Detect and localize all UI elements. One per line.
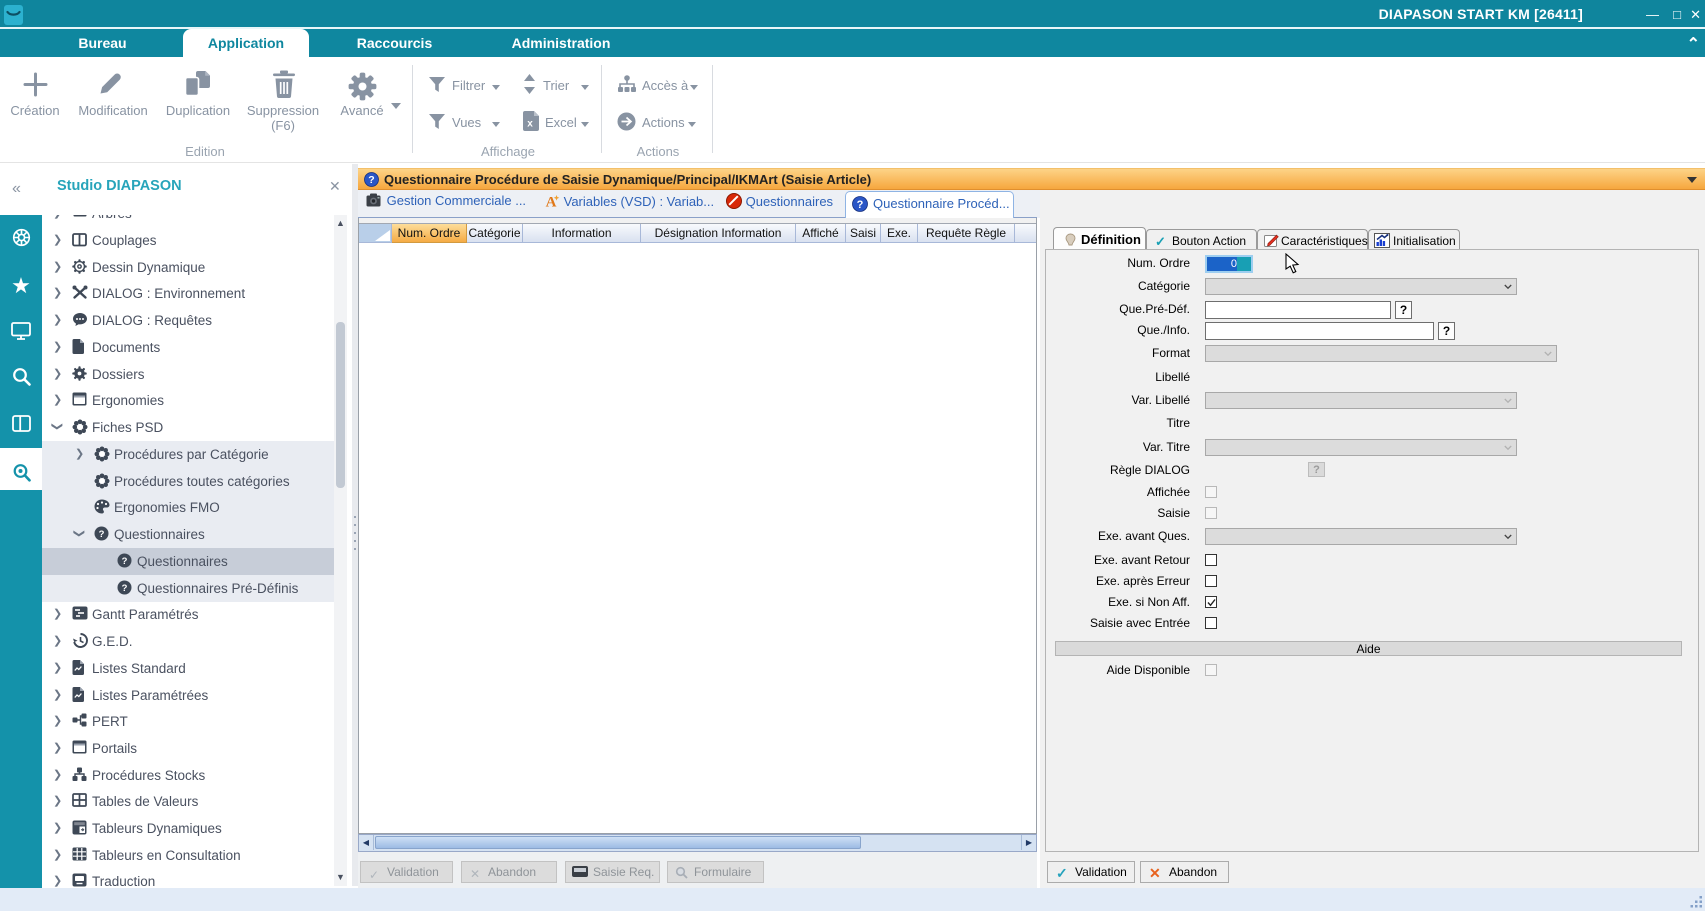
svg-text:x: x — [527, 119, 533, 130]
svg-text:?: ? — [368, 174, 374, 186]
svg-text:?: ? — [857, 199, 864, 211]
svg-text:?: ? — [122, 583, 128, 594]
svg-text:?: ? — [99, 529, 105, 540]
svg-text:A: A — [546, 195, 557, 210]
svg-text:?: ? — [122, 556, 128, 567]
